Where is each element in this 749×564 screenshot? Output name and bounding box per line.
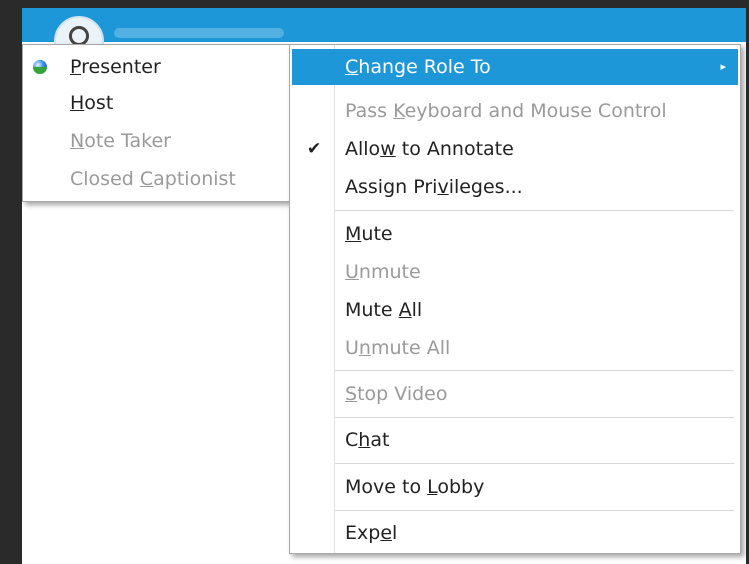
checkmark-icon: ✔ [307,139,322,159]
menu-item-label: Presenter [70,56,161,78]
menu-separator [335,370,734,371]
menu-separator [335,417,734,418]
presenter-icon [33,60,47,74]
menu-item-chat[interactable]: Chat [290,422,740,458]
menu-item-label: Closed Captionist [70,168,236,190]
user-icon [69,26,89,46]
participant-context-menu: Change Role To ▸ Pass Keyboard and Mouse… [289,44,741,554]
menu-item-move-to-lobby[interactable]: Move to Lobby [290,469,740,505]
menu-item-mute-all[interactable]: Mute All [290,292,740,328]
menu-item-assign-privileges[interactable]: Assign Privileges... [290,169,740,205]
menu-item-label: Expel [345,522,398,544]
menu-separator [335,210,734,211]
menu-item-label: Note Taker [70,130,171,152]
menu-item-label: Pass Keyboard and Mouse Control [345,100,667,122]
menu-item-expel[interactable]: Expel [290,515,740,551]
menu-separator [335,510,734,511]
menu-item-mute[interactable]: Mute [290,216,740,252]
menu-separator [335,463,734,464]
menu-item-label: Change Role To [345,56,491,78]
menu-item-stop-video: Stop Video [290,376,740,412]
menu-item-closed-captionist: Closed Captionist [23,161,293,197]
menu-item-label: Unmute [345,261,421,283]
participant-name-bar [114,28,284,38]
menu-item-label: Mute [345,223,393,245]
menu-item-label: Stop Video [345,383,448,405]
menu-item-label: Mute All [345,299,423,321]
menu-item-label: Unmute All [345,337,451,359]
menu-item-label: Move to Lobby [345,476,485,498]
menu-item-allow-annotate[interactable]: ✔ Allow to Annotate [290,131,740,167]
menu-item-presenter[interactable]: Presenter [23,49,293,85]
menu-item-label: Host [70,92,114,114]
menu-item-label: Chat [345,429,390,451]
change-role-submenu: Presenter Host Note Taker Closed Caption… [22,44,294,202]
menu-item-unmute: Unmute [290,254,740,290]
chevron-right-icon: ▸ [720,60,726,73]
menu-item-label: Assign Privileges... [345,176,523,198]
menu-item-change-role[interactable]: Change Role To ▸ [292,49,738,85]
menu-item-host[interactable]: Host [23,85,293,121]
menu-item-note-taker: Note Taker [23,123,293,159]
menu-item-unmute-all: Unmute All [290,330,740,366]
menu-item-pass-control: Pass Keyboard and Mouse Control [290,93,740,129]
menu-item-label: Allow to Annotate [345,138,514,160]
